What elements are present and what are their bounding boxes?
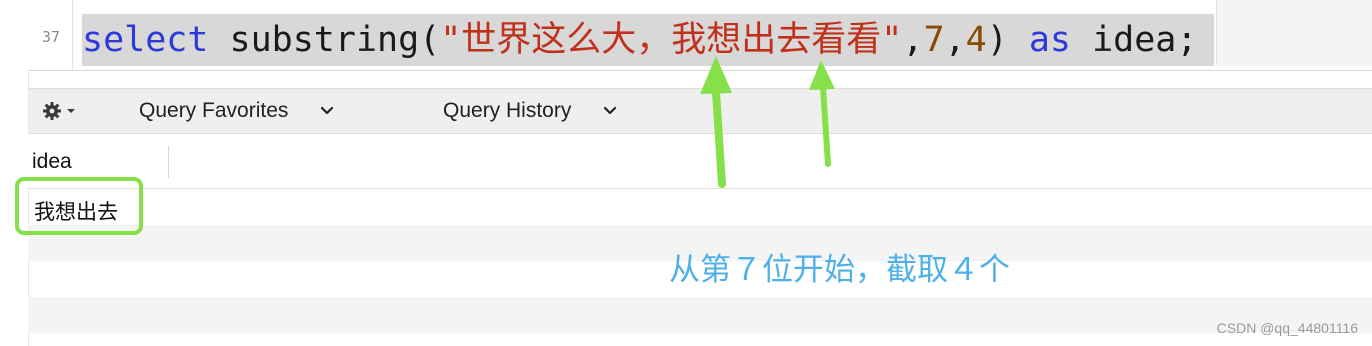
arrow-start-position <box>700 56 732 188</box>
arrow-substring-end <box>809 60 835 167</box>
watermark: CSDN @qq_44801116 <box>1216 320 1358 336</box>
annotation-caption: 从第７位开始，截取４个 <box>669 252 1010 288</box>
annotation-arrows <box>700 56 835 188</box>
